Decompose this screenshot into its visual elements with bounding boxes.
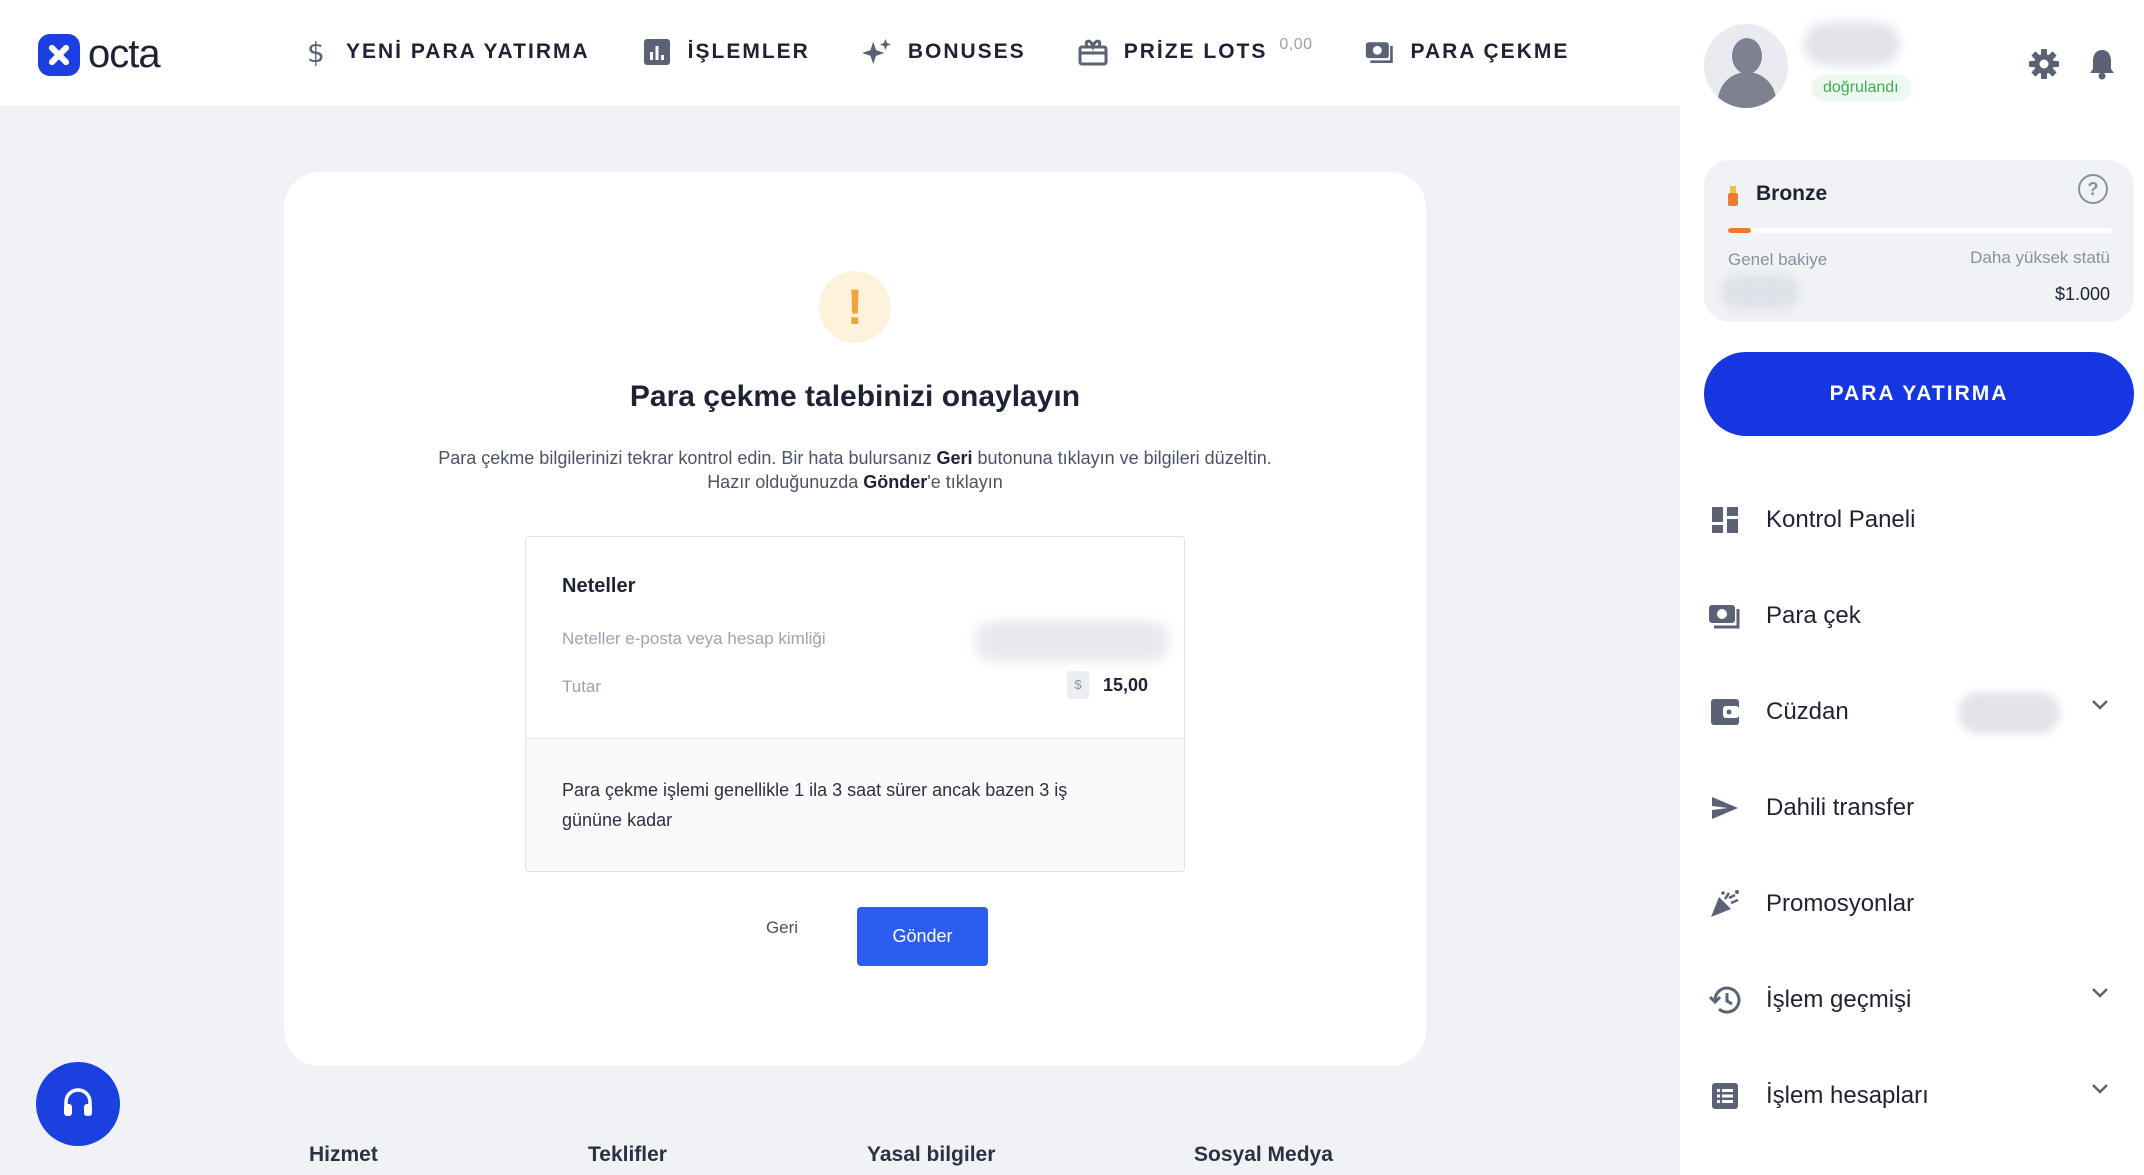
right-sidebar: doğrulandı Bronze ? Genel bakiye Daha yü… — [1680, 0, 2144, 1175]
sidebar-item-wallet[interactable]: Cüzdan — [1704, 664, 2134, 760]
processing-note-box: Para çekme işlemi genellikle 1 ila 3 saa… — [526, 739, 1184, 871]
sidebar-item-label: İşlem geçmişi — [1766, 986, 1912, 1013]
nav-prize-lots[interactable]: PRİZE LOTS 0,00 — [1078, 34, 1313, 70]
avatar[interactable] — [1704, 24, 1788, 108]
top-nav: $ YENİ PARA YATIRMA İŞLEMLER BONUSES PRİ… — [300, 34, 1621, 70]
sidebar-item-label: Dahili transfer — [1766, 794, 1915, 821]
status-progress-fill — [1728, 228, 1752, 233]
nav-transactions[interactable]: İŞLEMLER — [642, 34, 810, 70]
chevron-down-icon[interactable] — [2090, 1082, 2110, 1096]
avatar-head — [1732, 38, 1762, 74]
logo-text: octa — [88, 32, 161, 76]
sidebar-item-internal-transfer[interactable]: Dahili transfer — [1704, 760, 2134, 856]
wallet-balance-redacted — [1958, 692, 2060, 734]
octa-logo[interactable]: octa — [38, 32, 161, 77]
sidebar-item-label: İşlem hesapları — [1766, 1082, 1929, 1109]
withdraw-details: Neteller Neteller e-posta veya hesap kim… — [525, 536, 1185, 872]
back-button[interactable]: Geri — [747, 907, 817, 949]
total-balance-label: Genel bakiye — [1728, 250, 1828, 269]
bar-chart-icon — [642, 37, 672, 67]
octa-logo-icon — [38, 33, 80, 76]
support-chat-button[interactable] — [36, 1062, 120, 1146]
svg-text:$: $ — [307, 37, 325, 67]
footer-legal[interactable]: Yasal bilgiler — [867, 1143, 995, 1167]
sidebar-item-trading-accounts[interactable]: İşlem hesapları — [1704, 1048, 2134, 1144]
send-icon — [1708, 791, 1742, 825]
nav-label: YENİ PARA YATIRMA — [346, 40, 590, 63]
gear-icon[interactable] — [2028, 48, 2060, 80]
deposit-button[interactable]: PARA YATIRMA — [1704, 352, 2134, 436]
nav-label: BONUSES — [907, 40, 1026, 63]
sparkle-icon — [861, 37, 892, 67]
wallet-icon — [1708, 695, 1742, 729]
page-title: Para çekme talebinizi onaylayın — [629, 380, 1081, 413]
status-progress-bar — [1728, 228, 2112, 233]
sidebar-item-dashboard[interactable]: Kontrol Paneli — [1704, 472, 2134, 568]
next-status-value: $1.000 — [2054, 284, 2110, 304]
gift-box-icon — [1078, 37, 1108, 67]
loyalty-status-card: Bronze ? Genel bakiye Daha yüksek statü … — [1704, 160, 2134, 322]
sidebar-item-label: Para çek — [1766, 602, 1861, 629]
details-summary: Neteller Neteller e-posta veya hesap kim… — [526, 537, 1184, 739]
footer-social[interactable]: Sosyal Medya — [1194, 1143, 1333, 1167]
withdraw-confirm-card: ! Para çekme talebinizi onaylayın Para ç… — [284, 172, 1426, 1066]
submit-button[interactable]: Gönder — [857, 907, 988, 966]
headset-icon — [64, 1088, 92, 1116]
processing-note: Para çekme işlemi genellikle 1 ila 3 saa… — [562, 780, 1068, 830]
nav-label: PRİZE LOTS — [1123, 40, 1268, 63]
sidebar-item-label: Kontrol Paneli — [1766, 506, 1916, 533]
verified-badge: doğrulandı — [1811, 74, 1911, 102]
status-tier: Bronze — [1756, 182, 1828, 205]
currency-badge: $ — [1066, 671, 1089, 699]
chevron-down-icon[interactable] — [2090, 986, 2110, 1000]
nav-withdraw[interactable]: PARA ÇEKME — [1365, 34, 1570, 70]
amount-number: 15,00 — [1102, 674, 1148, 695]
confirm-description: Para çekme bilgilerinizi tekrar kontrol … — [438, 448, 1272, 492]
footer-offers[interactable]: Teklifler — [588, 1143, 667, 1167]
nav-label: PARA ÇEKME — [1410, 40, 1570, 63]
avatar-body — [1718, 72, 1776, 108]
sidebar-item-promotions[interactable]: Promosyonlar — [1704, 856, 2134, 952]
cash-icon — [1365, 37, 1395, 67]
sidebar-menu: Kontrol Paneli Para çek Cüzdan Dahili tr… — [1704, 472, 2134, 1144]
top-header: octa $ YENİ PARA YATIRMA İŞLEMLER BONUSE… — [0, 0, 1680, 106]
party-popper-icon — [1708, 887, 1742, 921]
help-icon[interactable]: ? — [2078, 174, 2108, 204]
dashboard-icon — [1708, 503, 1742, 537]
total-balance-redacted — [1720, 274, 1800, 310]
account-label: Neteller e-posta veya hesap kimliği — [562, 629, 826, 648]
list-icon — [1708, 1079, 1742, 1113]
nav-label: İŞLEMLER — [687, 40, 810, 63]
sidebar-item-transaction-history[interactable]: İşlem geçmişi — [1704, 952, 2134, 1048]
bronze-medal-icon — [1728, 186, 1738, 206]
dollar-icon: $ — [300, 37, 330, 67]
nav-new-deposit[interactable]: $ YENİ PARA YATIRMA — [300, 34, 590, 70]
next-status-label: Daha yüksek statü — [1970, 248, 2110, 267]
history-icon — [1708, 983, 1742, 1017]
nav-bonuses[interactable]: BONUSES — [861, 34, 1026, 70]
prize-lots-balance: 0,00 — [1279, 36, 1313, 53]
payment-method: Neteller — [562, 575, 636, 597]
user-name-redacted — [1804, 22, 1900, 66]
account-id-redacted — [974, 621, 1170, 661]
amount-value: $ 15,00 — [1066, 671, 1148, 699]
chevron-down-icon[interactable] — [2090, 698, 2110, 712]
sidebar-item-withdraw[interactable]: Para çek — [1704, 568, 2134, 664]
cash-icon — [1708, 599, 1742, 633]
sidebar-item-label: Cüzdan — [1766, 698, 1849, 725]
footer-service[interactable]: Hizmet — [309, 1143, 378, 1167]
amount-label: Tutar — [562, 677, 602, 696]
bell-icon[interactable] — [2088, 48, 2116, 80]
sidebar-item-label: Promosyonlar — [1766, 890, 1915, 917]
warning-icon: ! — [819, 271, 891, 343]
